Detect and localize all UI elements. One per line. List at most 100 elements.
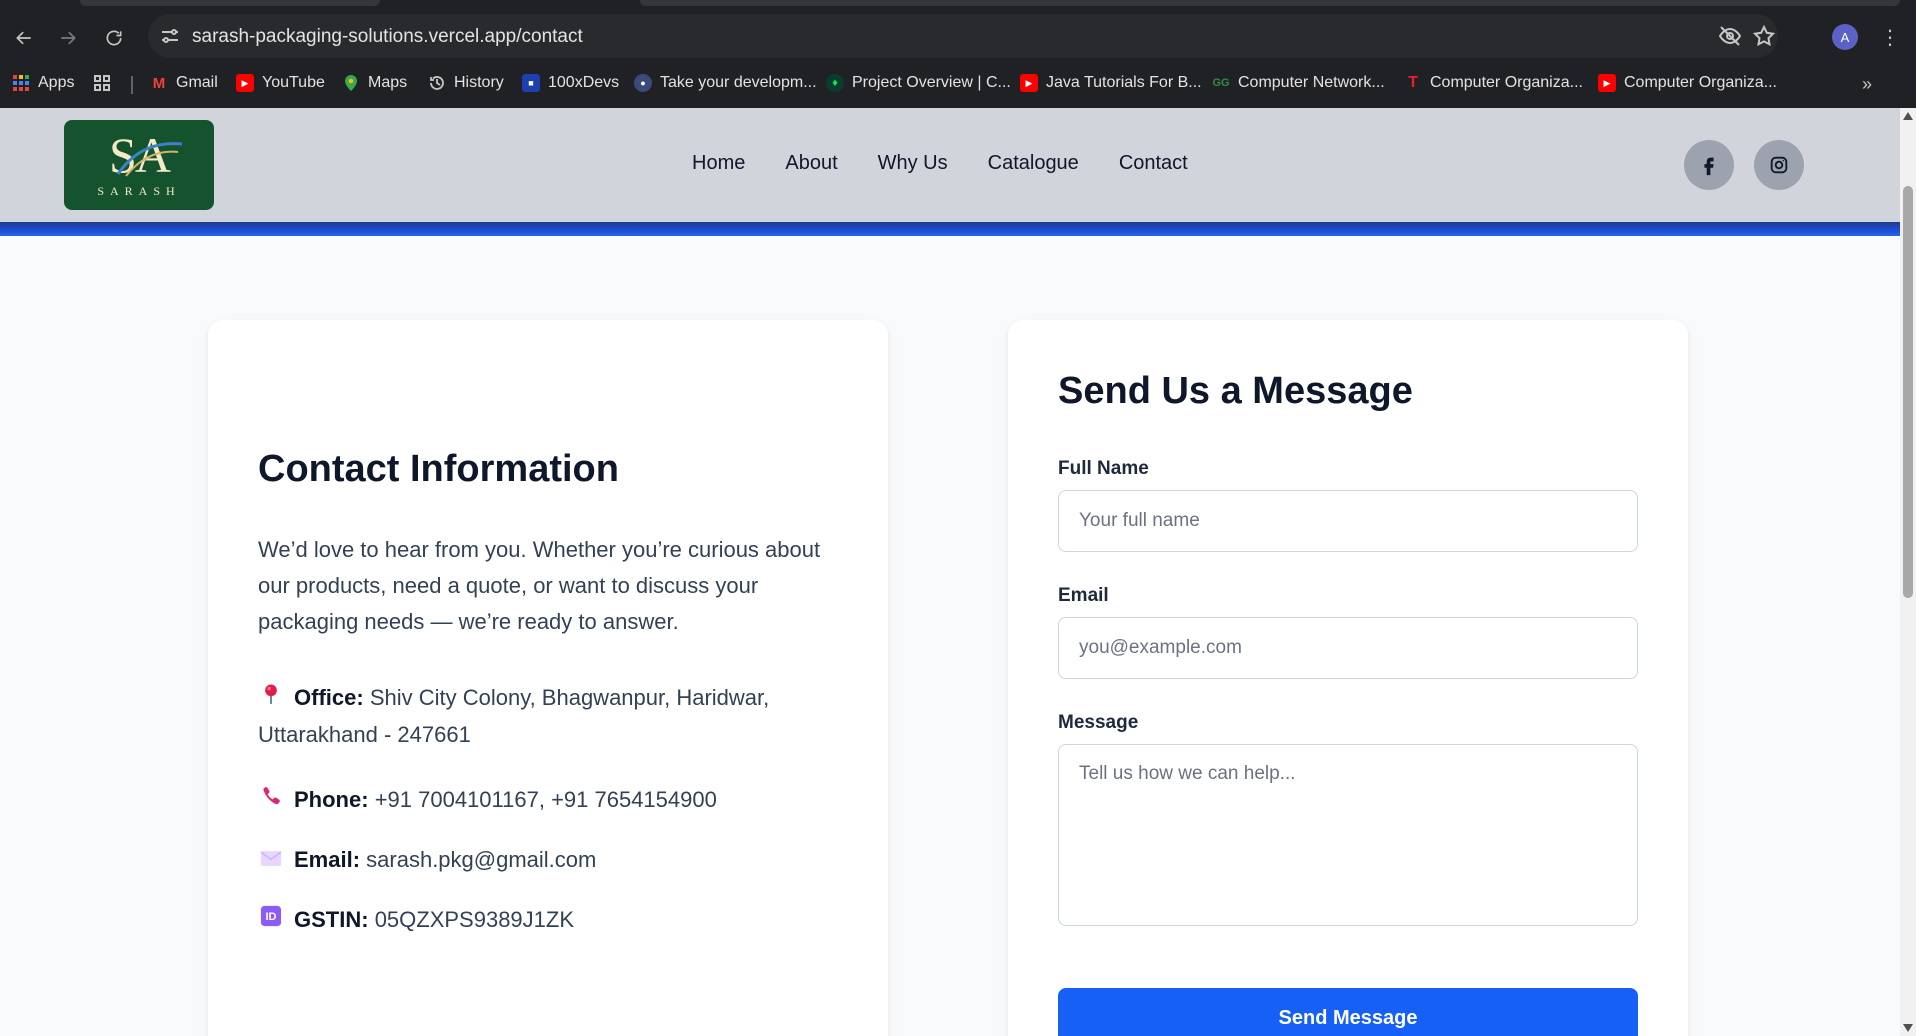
site-logo[interactable]: SA SARASH [64,120,214,210]
phone-label: Phone: [294,787,369,812]
full-name-input[interactable] [1058,490,1638,552]
nav-why-us[interactable]: Why Us [878,152,948,175]
message-textarea[interactable] [1058,744,1638,926]
tab[interactable] [80,0,380,6]
id-badge-icon: ID [258,904,284,939]
youtube-icon: ▶ [236,74,254,92]
tab-groups-icon [93,74,111,92]
bookmarks-bar: Apps M Gmail ▶ YouTube Maps History ■ 10… [0,66,1916,100]
site-settings-icon[interactable] [158,24,182,48]
email-label: Email [1058,585,1109,606]
bookmark-label: Java Tutorials For B... [1046,74,1202,91]
geeksforgeeks-icon: GG [1212,77,1230,89]
site-header: SA SARASH Home About Why Us Catalogue Co… [0,108,1900,222]
nav-home[interactable]: Home [692,152,745,175]
email-label: Email: [294,847,361,872]
tab-strip [0,0,1916,8]
bookmark-label: Computer Network... [1238,74,1385,91]
bookmark-label: Apps [38,74,75,91]
bookmark-separator [131,76,133,94]
eye-off-icon[interactable] [1718,24,1742,48]
reload-button[interactable] [102,26,126,50]
scroll-up-icon[interactable] [1903,112,1913,120]
apps-grid-icon [12,74,30,92]
send-message-button[interactable]: Send Message [1058,988,1638,1036]
browser-toolbar: sarash-packaging-solutions.vercel.app/co… [0,14,1916,60]
pin-icon [258,682,284,717]
phone-row: Phone: +91 7004101167, +91 7654154900 [258,782,848,819]
forward-button[interactable] [56,26,80,50]
browser-menu-icon[interactable]: ⋮ [1880,26,1900,50]
more-bookmarks-icon[interactable]: » [1862,74,1872,95]
profile-avatar[interactable]: A [1832,24,1858,50]
bookmark-gmail[interactable]: M Gmail [150,70,218,96]
email-row: Email: sarash.pkg@gmail.com [258,842,848,879]
email-value[interactable]: sarash.pkg@gmail.com [366,847,596,872]
tesla-icon: T [1408,74,1418,91]
logo-brand: SARASH [97,184,181,198]
contact-info-title: Contact Information [258,448,619,490]
bookmark-label: YouTube [262,74,325,91]
bookmark-take-your-development[interactable]: ● Take your developm... [634,70,817,96]
phone-value: +91 7004101167, +91 7654154900 [374,787,717,812]
phone-icon [258,784,284,819]
bookmark-label: Computer Organiza... [1430,74,1583,91]
contact-info-card: Contact Information We’d love to hear fr… [208,320,888,1036]
instagram-button[interactable] [1754,140,1804,190]
bookmark-computer-network[interactable]: GG Computer Network... [1212,70,1385,96]
address-bar[interactable]: sarash-packaging-solutions.vercel.app/co… [148,14,1778,58]
back-button[interactable] [12,26,36,50]
maps-icon [342,74,360,92]
office-row: Office: Shiv City Colony, Bhagwanpur, Ha… [258,680,848,752]
nav-about[interactable]: About [785,152,837,175]
bookmark-apps[interactable]: Apps [12,70,74,96]
nav-catalogue[interactable]: Catalogue [988,152,1079,175]
bookmark-computer-organization-1[interactable]: T Computer Organiza... [1404,70,1583,96]
bookmark-100xdevs[interactable]: ■ 100xDevs [522,70,619,96]
message-label: Message [1058,712,1139,733]
gstin-row: ID GSTIN: 05QZXPS9389J1ZK [258,902,848,939]
bookmark-label: History [454,74,504,91]
history-icon [428,74,446,92]
svg-text:ID: ID [266,911,277,923]
bookmark-java-tutorials[interactable]: ▶ Java Tutorials For B... [1020,70,1202,96]
page-scrollbar[interactable] [1900,108,1916,1036]
bookmark-label: Gmail [176,74,218,91]
gstin-label: GSTIN: [294,907,369,932]
bookmark-youtube[interactable]: ▶ YouTube [236,70,325,96]
bookmark-computer-organization-2[interactable]: ▶ Computer Organiza... [1598,70,1777,96]
form-title: Send Us a Message [1058,370,1413,412]
bookmark-label: Maps [368,74,408,91]
email-input[interactable] [1058,617,1638,679]
url-text[interactable]: sarash-packaging-solutions.vercel.app/co… [192,26,583,48]
youtube-icon: ▶ [1020,74,1038,92]
avatar-icon: ● [634,74,652,92]
nav-contact[interactable]: Contact [1119,152,1188,175]
envelope-icon [258,844,284,879]
logo-swoosh-icon [116,142,183,177]
page-viewport: SA SARASH Home About Why Us Catalogue Co… [0,108,1900,1036]
gstin-value: 05QZXPS9389J1ZK [374,907,575,932]
gmail-icon: M [152,74,166,92]
office-label: Office: [294,685,364,710]
bookmark-star-icon[interactable] [1752,24,1776,48]
scroll-down-icon[interactable] [1903,1024,1913,1032]
message-form-card: Send Us a Message Full Name Email Messag… [1008,320,1688,1036]
bookmark-label: Computer Organiza... [1624,74,1777,91]
instagram-icon [1770,156,1788,174]
browser-chrome: sarash-packaging-solutions.vercel.app/co… [0,0,1916,108]
bookmark-maps[interactable]: Maps [342,70,407,96]
bookmark-tab-groups[interactable] [93,70,111,96]
bookmark-history[interactable]: History [428,70,504,96]
main-nav: Home About Why Us Catalogue Contact [692,152,1188,175]
full-name-label: Full Name [1058,458,1149,479]
bookmark-label: Take your developm... [660,74,817,91]
youtube-icon: ▶ [1598,74,1616,92]
header-accent-bar [0,222,1900,236]
bookmark-project-overview[interactable]: ♦ Project Overview | C... [826,70,1011,96]
tab-active[interactable] [640,0,1900,6]
mongodb-icon: ♦ [826,74,844,92]
facebook-icon [1704,157,1714,176]
facebook-button[interactable] [1684,140,1734,190]
scrollbar-thumb[interactable] [1903,186,1913,598]
